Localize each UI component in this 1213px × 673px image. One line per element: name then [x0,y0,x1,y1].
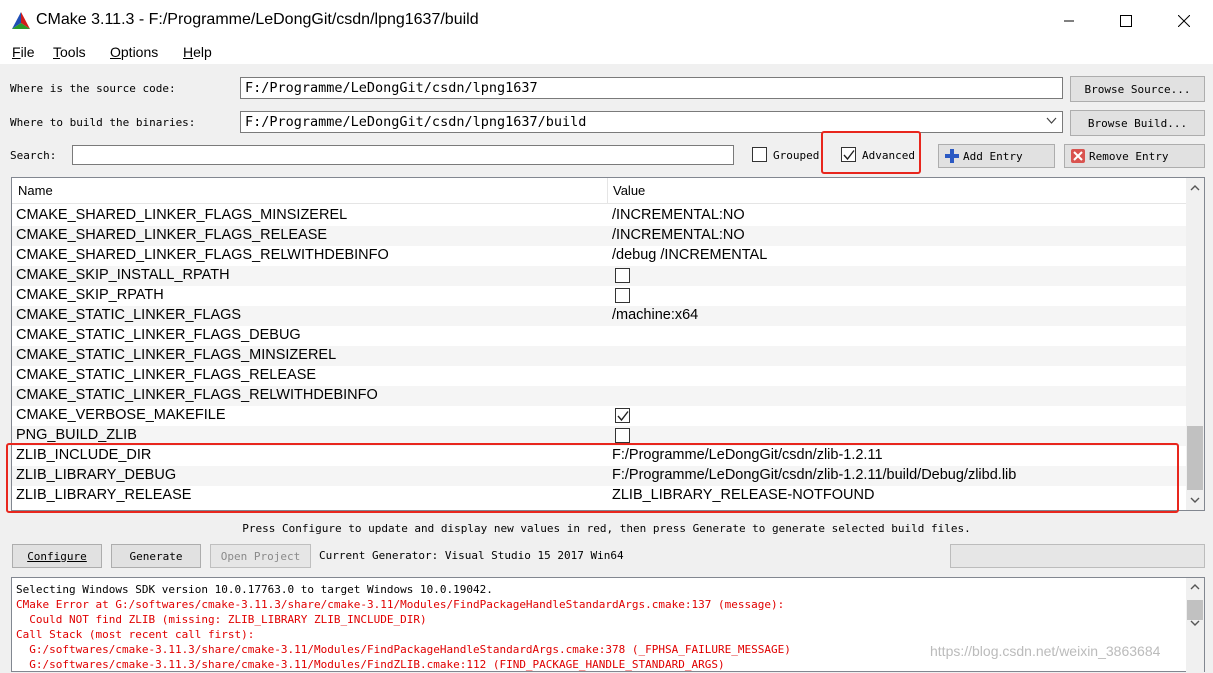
entry-name: CMAKE_STATIC_LINKER_FLAGS_RELEASE [16,367,317,383]
scroll-down-icon[interactable] [1190,620,1200,627]
entry-name: CMAKE_SHARED_LINKER_FLAGS_RELWITHDEBINFO [16,247,389,263]
maximize-icon [1120,15,1132,27]
entry-name: CMAKE_STATIC_LINKER_FLAGS_RELWITHDEBINFO [16,387,378,403]
menu-bar [0,42,1213,64]
entry-value[interactable]: /machine:x64 [612,307,698,323]
grouped-checkbox[interactable] [752,147,767,162]
entry-name: CMAKE_VERBOSE_MAKEFILE [16,407,226,423]
table-row[interactable]: CMAKE_SHARED_LINKER_FLAGS_RELWITHDEBINFO… [12,246,1186,266]
maximize-button[interactable] [1097,0,1155,42]
menu-options[interactable]: Options [110,44,158,60]
log-line-error: G:/softwares/cmake-3.11.3/share/cmake-3.… [16,658,725,671]
checkmark-icon [616,410,629,421]
cmake-logo-icon [12,12,30,29]
remove-entry-button[interactable]: Remove Entry [1064,144,1205,168]
table-row[interactable]: CMAKE_SHARED_LINKER_FLAGS_MINSIZEREL/INC… [12,206,1186,226]
entry-name: CMAKE_SKIP_RPATH [16,287,164,303]
entry-value[interactable]: /INCREMENTAL:NO [612,207,745,223]
scroll-up-icon[interactable] [1190,583,1200,590]
entry-name: CMAKE_SKIP_INSTALL_RPATH [16,267,230,283]
column-header-name[interactable]: Name [18,183,53,198]
column-divider[interactable] [607,178,608,204]
watermark-text: https://blog.csdn.net/weixin_3863684 [930,643,1161,659]
generate-button[interactable]: Generate [111,544,201,568]
search-input[interactable] [72,145,734,165]
search-label: Search: [10,149,57,162]
log-line-error: G:/softwares/cmake-3.11.3/share/cmake-3.… [16,643,791,656]
entry-value-checkbox[interactable] [615,428,630,443]
window-title: CMake 3.11.3 - F:/Programme/LeDongGit/cs… [36,11,479,28]
menu-help[interactable]: Help [183,44,212,60]
log-line: Selecting Windows SDK version 10.0.17763… [16,583,493,596]
log-line-error: CMake Error at G:/softwares/cmake-3.11.3… [16,598,785,611]
current-generator-text: Current Generator: Visual Studio 15 2017… [319,549,624,562]
source-label: Where is the source code: [10,82,176,95]
entry-value-checkbox[interactable] [615,408,630,423]
build-label: Where to build the binaries: [10,116,196,129]
scrollbar-thumb[interactable] [1187,426,1203,490]
table-row[interactable]: CMAKE_STATIC_LINKER_FLAGS_RELEASE [12,366,1186,386]
browse-build-button[interactable]: Browse Build... [1070,110,1205,136]
close-icon [1178,15,1190,27]
source-path-input[interactable]: F:/Programme/LeDongGit/csdn/lpng1637 [240,77,1063,99]
hint-text: Press Configure to update and display ne… [242,522,971,535]
entry-name: PNG_BUILD_ZLIB [16,427,137,443]
minimize-button[interactable] [1040,0,1098,42]
table-row[interactable]: CMAKE_STATIC_LINKER_FLAGS_DEBUG [12,326,1186,346]
highlight-zlib-entries [6,443,1179,513]
entry-name: CMAKE_STATIC_LINKER_FLAGS [16,307,242,323]
column-header-value[interactable]: Value [613,183,645,198]
close-button[interactable] [1155,0,1213,42]
log-line-error: Could NOT find ZLIB (missing: ZLIB_LIBRA… [16,613,427,626]
plus-icon [945,149,959,163]
log-line-error: Call Stack (most recent call first): [16,628,255,641]
table-header: Name Value [12,178,1186,204]
add-entry-button[interactable]: Add Entry [938,144,1055,168]
configure-button[interactable]: Configure [12,544,102,568]
table-row[interactable]: CMAKE_STATIC_LINKER_FLAGS_RELWITHDEBINFO [12,386,1186,406]
build-path-combobox[interactable]: F:/Programme/LeDongGit/csdn/lpng1637/bui… [240,111,1063,133]
output-scrollbar[interactable] [1186,578,1204,673]
open-project-button[interactable]: Open Project [210,544,311,568]
menu-tools[interactable]: Tools [53,44,86,60]
entry-name: CMAKE_STATIC_LINKER_FLAGS_MINSIZEREL [16,347,337,363]
minimize-icon [1064,20,1074,22]
entry-value-checkbox[interactable] [615,268,630,283]
scroll-down-icon[interactable] [1190,497,1200,504]
entry-value-checkbox[interactable] [615,288,630,303]
scroll-up-icon[interactable] [1190,184,1200,191]
highlight-advanced [821,131,921,174]
entry-name: CMAKE_SHARED_LINKER_FLAGS_MINSIZEREL [16,207,348,223]
table-row[interactable]: CMAKE_SKIP_INSTALL_RPATH [12,266,1186,286]
table-row[interactable]: CMAKE_VERBOSE_MAKEFILE [12,406,1186,426]
browse-source-button[interactable]: Browse Source... [1070,76,1205,102]
table-row[interactable]: CMAKE_SHARED_LINKER_FLAGS_RELEASE/INCREM… [12,226,1186,246]
chevron-down-icon[interactable] [1046,117,1057,125]
remove-icon [1071,149,1085,163]
table-row[interactable]: CMAKE_SKIP_RPATH [12,286,1186,306]
entry-value[interactable]: /INCREMENTAL:NO [612,227,745,243]
table-row[interactable]: CMAKE_STATIC_LINKER_FLAGS/machine:x64 [12,306,1186,326]
progress-bar [950,544,1205,568]
entry-name: CMAKE_STATIC_LINKER_FLAGS_DEBUG [16,327,301,343]
entry-name: CMAKE_SHARED_LINKER_FLAGS_RELEASE [16,227,328,243]
menu-file[interactable]: File [12,44,35,60]
scrollbar-thumb[interactable] [1187,600,1203,620]
table-row[interactable]: CMAKE_STATIC_LINKER_FLAGS_MINSIZEREL [12,346,1186,366]
entry-value[interactable]: /debug /INCREMENTAL [612,247,767,263]
grouped-label: Grouped [773,149,820,162]
